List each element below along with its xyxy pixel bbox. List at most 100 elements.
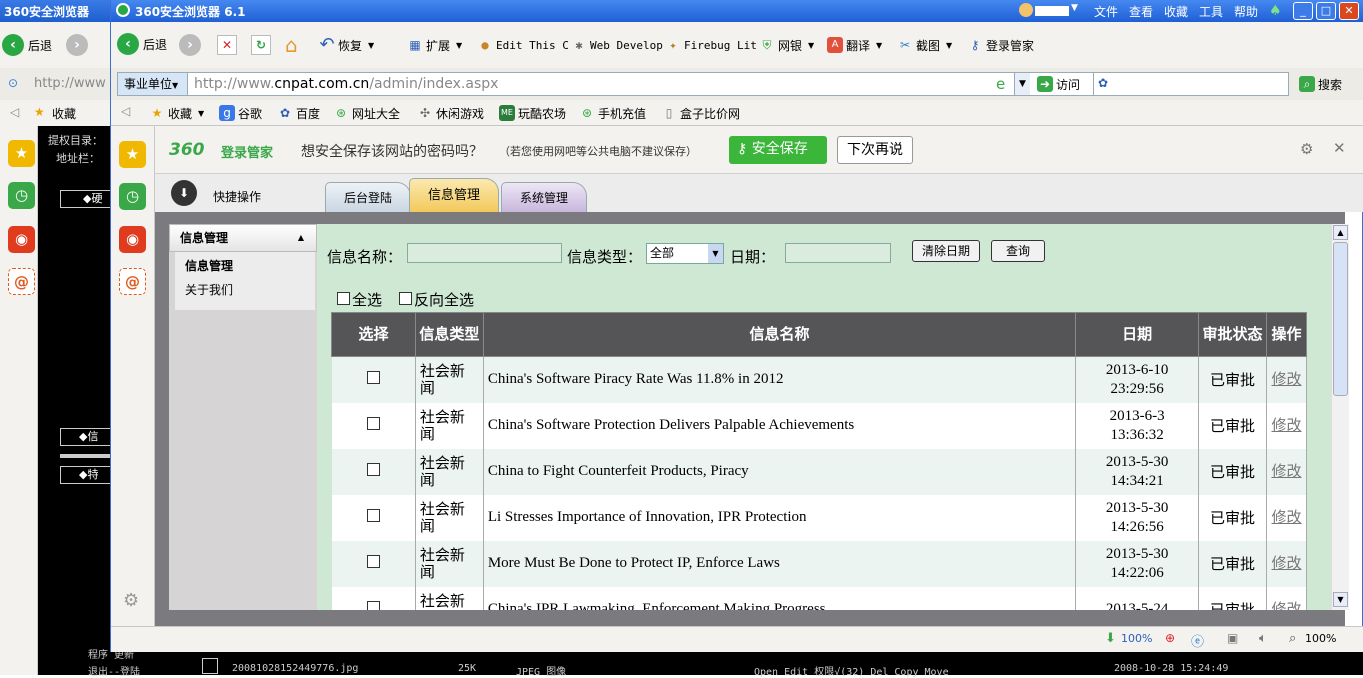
addon-icon[interactable]: ⊕	[1165, 631, 1175, 645]
background-back-label[interactable]: 后退	[28, 37, 52, 54]
download-arrow-icon[interactable]: ⬇	[1105, 631, 1116, 646]
user-avatar-icon[interactable]	[1019, 3, 1033, 17]
bar-settings-icon[interactable]: ⚙	[1300, 140, 1313, 158]
mail-rail-icon[interactable]: @	[119, 268, 146, 295]
query-button[interactable]: 查询	[991, 240, 1045, 262]
search-input[interactable]: ✿	[1093, 72, 1289, 96]
background-clock-rail-icon[interactable]: ◷	[8, 182, 35, 209]
nav-header[interactable]: 信息管理 ▲	[169, 224, 317, 252]
scroll-down-icon[interactable]: ▼	[1333, 592, 1348, 607]
row-checkbox[interactable]	[366, 416, 380, 430]
ie-mode-icon[interactable]: e	[996, 75, 1005, 93]
weibo-rail-icon[interactable]: ◉	[119, 226, 146, 253]
quick-ops-arrow-icon[interactable]: ⬇	[171, 180, 197, 206]
background-section-button[interactable]: ◆特	[60, 466, 112, 484]
forward-button[interactable]: ›	[179, 34, 201, 56]
zoom-level[interactable]: 100%	[1305, 632, 1336, 645]
history-rail-icon[interactable]: ◷	[119, 183, 146, 210]
fav-google[interactable]: g 谷歌	[219, 103, 262, 123]
back-button[interactable]: ‹ 后退	[117, 33, 167, 55]
search-button[interactable]: ⌕ 搜索	[1299, 74, 1342, 94]
select-all-checkbox[interactable]	[337, 292, 350, 305]
row-checkbox[interactable]	[366, 462, 380, 476]
visit-button[interactable]: ➜ 访问	[1037, 74, 1080, 94]
fav-farm[interactable]: ME 玩酷农场	[499, 103, 566, 123]
background-logout-link[interactable]: 退出--登陆	[88, 663, 140, 678]
next-time-button[interactable]: 下次再说	[837, 136, 913, 164]
refresh-icon[interactable]: ↻	[251, 35, 271, 55]
edit-link[interactable]: 修改	[1271, 600, 1301, 610]
extension-firebug-lite[interactable]: ✦ Firebug Lit	[665, 35, 756, 55]
edit-link[interactable]: 修改	[1271, 554, 1301, 572]
favorites-rail-icon[interactable]: ★	[119, 141, 146, 168]
tab-info-management[interactable]: 信息管理	[409, 178, 500, 212]
edit-link[interactable]: 修改	[1271, 370, 1301, 388]
login-manager-button[interactable]: ⚷ 登录管家	[967, 35, 1034, 55]
clear-date-button[interactable]: 清除日期	[912, 240, 980, 262]
edit-link[interactable]: 修改	[1271, 416, 1301, 434]
sound-icon[interactable]: 🔈︎	[1259, 631, 1267, 646]
zoom-icon[interactable]: ⌕	[1289, 631, 1296, 646]
fav-games[interactable]: ✣ 休闲游戏	[417, 103, 484, 123]
skin-icon[interactable]: ♠	[1269, 3, 1282, 19]
menu-view[interactable]: 查看	[1129, 3, 1153, 20]
background-weibo-rail-icon[interactable]: ◉	[8, 226, 35, 253]
restore-button[interactable]: ↶ 恢复 ▼	[319, 35, 374, 55]
minimize-button[interactable]: _	[1293, 2, 1313, 20]
name-input[interactable]	[407, 243, 562, 263]
ie-icon[interactable]: ⓔ	[1191, 631, 1204, 650]
row-checkbox[interactable]	[366, 508, 380, 522]
url-text[interactable]: http://www.cnpat.com.cn/admin/index.aspx	[194, 76, 498, 92]
category-dropdown[interactable]: 事业单位▼	[118, 73, 188, 95]
fav-hao360[interactable]: ⊛ 网址大全	[333, 103, 400, 123]
edit-link[interactable]: 修改	[1271, 462, 1301, 480]
stop-icon[interactable]: ✕	[217, 35, 237, 55]
row-checkbox[interactable]	[366, 600, 380, 610]
url-dropdown-icon[interactable]: ▼	[1014, 73, 1030, 95]
menu-help[interactable]: 帮助	[1234, 3, 1258, 20]
fav-hezi[interactable]: ▯ 盒子比价网	[661, 103, 740, 123]
invert-select-label[interactable]: 反向全选	[414, 289, 474, 310]
background-section-button[interactable]: ◆硬	[60, 190, 112, 208]
edit-link[interactable]: 修改	[1271, 508, 1301, 526]
fav-arrow-icon[interactable]: ◁	[121, 104, 130, 118]
background-forward-icon[interactable]: ›	[66, 34, 88, 56]
background-back-icon[interactable]: ‹	[2, 34, 24, 56]
extension-web-developer[interactable]: ✱ Web Develop	[571, 35, 662, 55]
background-file-actions[interactable]: Open Edit 权限√(32) Del Copy Move	[754, 663, 949, 678]
tab-backend-login[interactable]: 后台登陆	[325, 182, 412, 212]
translate-button[interactable]: A 翻译 ▼	[827, 35, 882, 55]
background-section-button[interactable]: ◆信	[60, 428, 112, 446]
settings-gear-icon[interactable]: ⚙	[123, 590, 139, 611]
safe-save-button[interactable]: ⚷ 安全保存	[729, 136, 827, 164]
user-dropdown-icon[interactable]: ▼	[1071, 3, 1078, 13]
download-speed[interactable]: 100%	[1121, 632, 1152, 645]
user-name[interactable]	[1035, 6, 1069, 16]
menu-file[interactable]: 文件	[1094, 3, 1118, 20]
select-all-label[interactable]: 全选	[352, 289, 382, 310]
scroll-up-icon[interactable]: ▲	[1333, 225, 1348, 240]
background-star-rail-icon[interactable]: ★	[8, 140, 35, 167]
baidu-paw-icon[interactable]: ✿	[1098, 76, 1108, 90]
date-input[interactable]	[785, 243, 891, 263]
url-field[interactable]: 事业单位▼ http://www.cnpat.com.cn/admin/inde…	[117, 72, 1125, 96]
extend-button[interactable]: ▦ 扩展 ▼	[407, 35, 462, 55]
background-fav-label[interactable]: 收藏	[52, 105, 76, 122]
fav-recharge[interactable]: ⊛ 手机充值	[579, 103, 646, 123]
nav-item-about[interactable]: 关于我们	[185, 281, 233, 298]
background-mail-rail-icon[interactable]: @	[8, 268, 35, 295]
favorites-button[interactable]: ★ 收藏 ▼	[149, 103, 205, 123]
row-checkbox[interactable]	[366, 370, 380, 384]
type-select[interactable]: 全部 ▼	[646, 243, 724, 264]
tab-system-management[interactable]: 系统管理	[501, 182, 588, 212]
background-address-text[interactable]: http://www	[34, 76, 106, 91]
extension-edit-this-cookie[interactable]: ● Edit This C	[477, 35, 568, 55]
row-checkbox[interactable]	[366, 554, 380, 568]
background-file-name[interactable]: 20081028152449776.jpg	[232, 663, 358, 674]
quick-ops-label[interactable]: 快捷操作	[213, 188, 261, 205]
background-file-checkbox[interactable]	[202, 658, 218, 674]
screenshot-button[interactable]: ✂ 截图 ▼	[897, 35, 952, 55]
menu-tools[interactable]: 工具	[1199, 3, 1223, 20]
menu-favorites[interactable]: 收藏	[1164, 3, 1188, 20]
close-button[interactable]: ✕	[1339, 2, 1359, 20]
